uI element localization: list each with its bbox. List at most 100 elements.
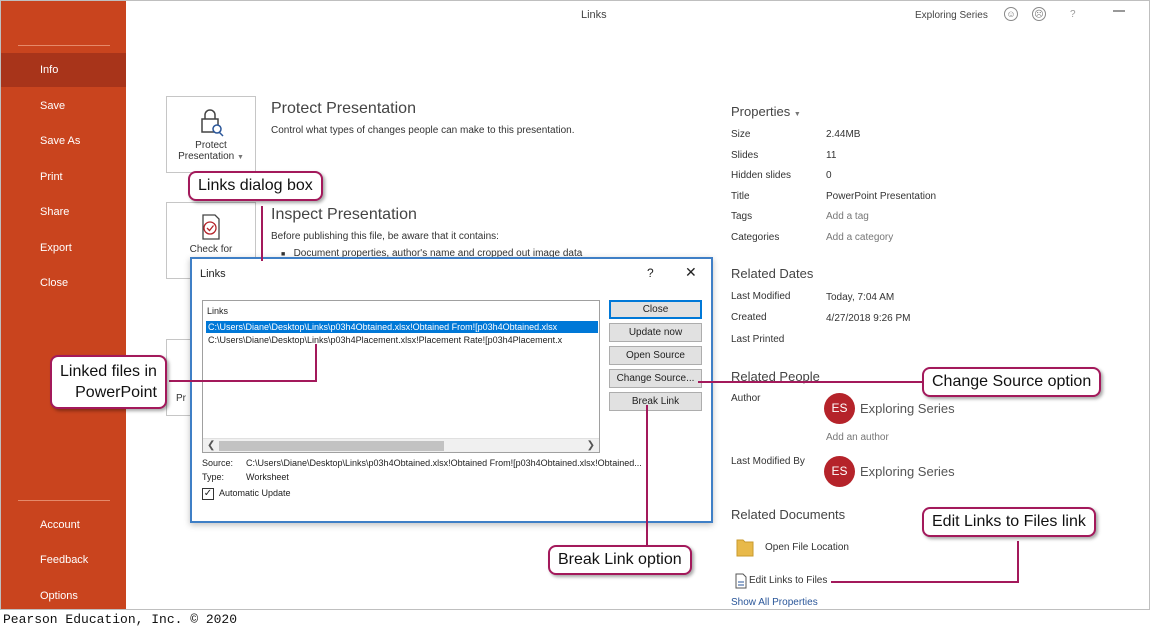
change-source-leader [698, 381, 924, 383]
protect-button-line1: Protect [195, 140, 227, 151]
scroll-left-icon[interactable]: ❮ [207, 439, 215, 453]
prop-label-tags: Tags [731, 211, 753, 222]
prop-label-hidden-slides: Hidden slides [731, 170, 792, 181]
sidebar-item-share[interactable]: Share [1, 195, 126, 229]
links-dialog: Links ? ✕ Links C:\Users\Diane\Desktop\L… [190, 257, 713, 523]
inspect-description: Before publishing this file, be aware th… [271, 231, 499, 242]
sidebar-item-close[interactable]: Close [1, 266, 126, 300]
sidebar-item-save-as[interactable]: Save As [1, 124, 126, 158]
window-title: Links [581, 9, 607, 21]
date-value-last-modified: Today, 7:04 AM [826, 292, 895, 303]
inspect-heading: Inspect Presentation [271, 206, 417, 223]
dialog-help-icon[interactable]: ? [647, 266, 654, 280]
callout-linked-files-line2: PowerPoint [75, 384, 157, 401]
prop-label-categories: Categories [731, 232, 780, 243]
date-label-created: Created [731, 312, 767, 323]
links-dialog-leader [261, 206, 263, 261]
frown-feedback-icon[interactable]: ☹ [1032, 7, 1046, 21]
callout-links-dialog: Links dialog box [188, 171, 323, 201]
callout-linked-files: Linked files in PowerPoint [50, 355, 167, 409]
automatic-update-checkbox[interactable]: ✓ [202, 488, 214, 500]
document-check-icon [202, 214, 220, 240]
links-list-header: Links [207, 306, 229, 316]
sidebar-item-export[interactable]: Export [1, 231, 126, 265]
protect-presentation-button[interactable]: Protect Presentation ▼ [166, 96, 256, 173]
lock-icon [201, 109, 224, 137]
links-listbox[interactable]: Links C:\Users\Diane\Desktop\Links\p03h4… [202, 300, 600, 453]
sidebar-item-print[interactable]: Print [1, 160, 126, 194]
smile-feedback-icon[interactable]: ☺ [1004, 7, 1018, 21]
minimize-icon[interactable] [1113, 10, 1125, 12]
help-icon[interactable]: ? [1070, 9, 1076, 20]
callout-break-link: Break Link option [548, 545, 692, 575]
prop-value-slides: 11 [826, 150, 837, 161]
sidebar-item-feedback[interactable]: Feedback [1, 543, 126, 577]
link-row-selected[interactable]: C:\Users\Diane\Desktop\Links\p03h4Obtain… [206, 321, 598, 333]
sidebar-item-options[interactable]: Options [1, 579, 126, 609]
linked-files-leader-h [169, 380, 317, 382]
prop-value-size: 2.44MB [826, 129, 861, 140]
add-tag-field[interactable]: Add a tag [826, 211, 869, 222]
add-category-field[interactable]: Add a category [826, 232, 893, 243]
automatic-update-label: Automatic Update [219, 488, 291, 498]
source-value: C:\Users\Diane\Desktop\Links\p03h4Obtain… [246, 458, 642, 468]
sidebar-item-info[interactable]: Info [1, 53, 126, 87]
copyright-footer: Pearson Education, Inc. © 2020 [3, 612, 238, 627]
change-source-button[interactable]: Change Source... [609, 369, 702, 388]
back-button-divider [18, 45, 110, 46]
add-author-field[interactable]: Add an author [826, 432, 889, 443]
account-name[interactable]: Exploring Series [915, 10, 988, 21]
powerpoint-backstage: Info Save Save As Print Share Export Clo… [0, 0, 1150, 610]
prop-value-title[interactable]: PowerPoint Presentation [826, 191, 936, 202]
related-documents-heading: Related Documents [731, 507, 846, 522]
protect-description: Control what types of changes people can… [271, 125, 575, 136]
edit-links-leader-h [831, 581, 1019, 583]
update-now-button[interactable]: Update now [609, 323, 702, 342]
sidebar-item-account[interactable]: Account [1, 508, 126, 542]
open-source-button[interactable]: Open Source [609, 346, 702, 365]
link-row[interactable]: C:\Users\Diane\Desktop\Links\p03h4Placem… [206, 334, 598, 346]
linked-files-leader-v [315, 344, 317, 382]
date-value-created: 4/27/2018 9:26 PM [826, 313, 911, 324]
protect-button-line2: Presentation ▼ [178, 151, 244, 162]
last-modified-by-label: Last Modified By [731, 456, 805, 467]
type-label: Type: [202, 472, 225, 482]
edit-links-to-files-link[interactable]: Edit Links to Files [749, 575, 827, 586]
protect-heading: Protect Presentation [271, 100, 416, 117]
open-file-location-link[interactable]: Open File Location [765, 542, 849, 553]
author-avatar[interactable]: ES [824, 393, 855, 424]
type-value: Worksheet [246, 472, 289, 482]
author-name[interactable]: Exploring Series [860, 401, 955, 416]
scrollbar-thumb[interactable] [219, 441, 444, 451]
callout-change-source: Change Source option [922, 367, 1102, 397]
prop-label-size: Size [731, 129, 751, 140]
dialog-close-icon[interactable]: ✕ [685, 264, 697, 281]
prop-value-hidden-slides: 0 [826, 170, 832, 181]
related-dates-heading: Related Dates [731, 266, 814, 281]
horizontal-scrollbar[interactable]: ❮ ❯ [203, 438, 599, 452]
prop-label-slides: Slides [731, 150, 759, 161]
date-label-last-modified: Last Modified [731, 291, 791, 302]
modified-by-name[interactable]: Exploring Series [860, 464, 955, 479]
show-all-properties-link[interactable]: Show All Properties [731, 597, 818, 608]
source-label: Source: [202, 458, 234, 468]
close-dialog-button[interactable]: Close [609, 300, 702, 319]
date-label-last-printed: Last Printed [731, 334, 785, 345]
break-link-leader [646, 405, 648, 546]
prop-label-title: Title [731, 191, 750, 202]
document-link-icon [735, 573, 747, 589]
chevron-down-icon: ▼ [793, 111, 801, 118]
author-label: Author [731, 393, 761, 404]
properties-heading[interactable]: Properties ▼ [731, 104, 801, 119]
backstage-sidebar: Info Save Save As Print Share Export Clo… [1, 1, 126, 609]
scroll-right-icon[interactable]: ❯ [587, 439, 595, 453]
dialog-title: Links [200, 268, 226, 280]
sidebar-item-save[interactable]: Save [1, 89, 126, 123]
modified-by-avatar[interactable]: ES [824, 456, 855, 487]
check-for-label: Check for [189, 244, 233, 255]
sidebar-footer-divider [18, 500, 110, 501]
edit-links-leader-v [1017, 541, 1019, 583]
break-link-button[interactable]: Break Link [609, 392, 702, 411]
callout-linked-files-line1: Linked files in [60, 363, 157, 380]
callout-edit-links: Edit Links to Files link [922, 507, 1096, 537]
